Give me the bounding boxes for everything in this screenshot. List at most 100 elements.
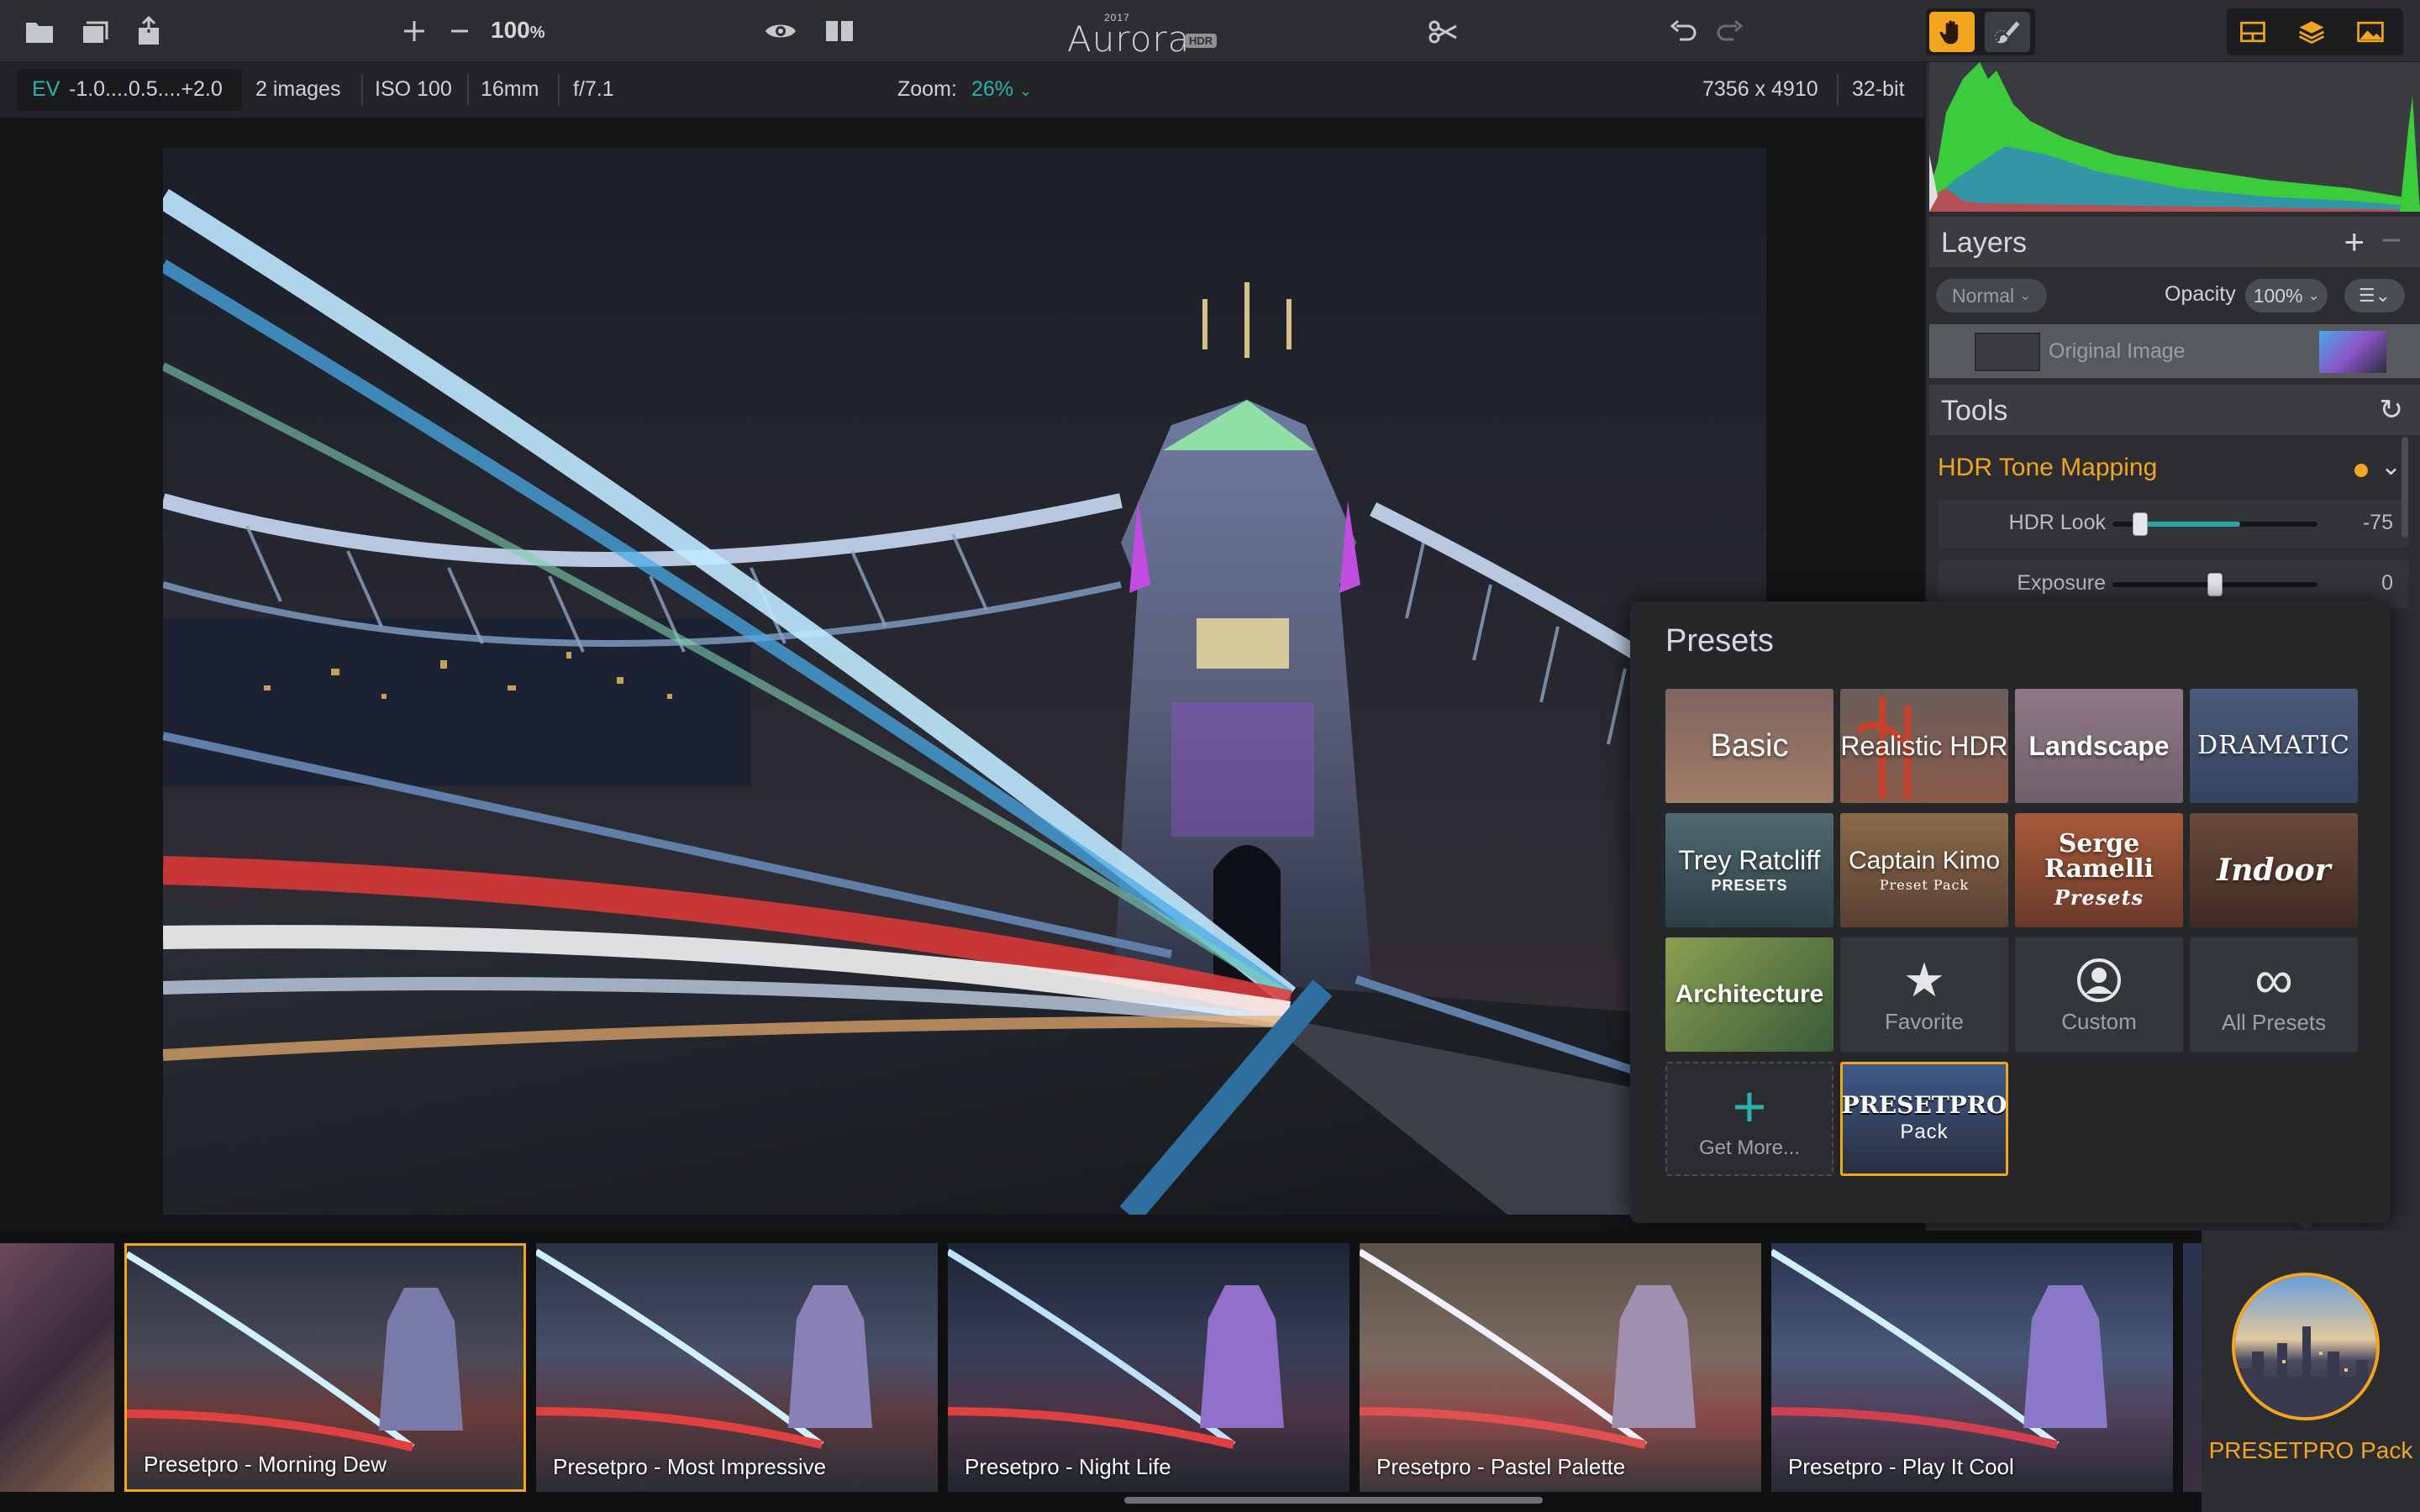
share-export-icon[interactable] [129,12,168,50]
preset-trey-ratcliff[interactable]: Trey Ratcliff PRESETS [1665,813,1833,927]
app-logo: 2017 Aurora HDR [1067,12,1227,60]
image-view-icon[interactable] [2348,12,2393,52]
presetpro-pack-selector[interactable]: PRESETPRO Pack [2202,1231,2420,1512]
main-photo[interactable] [163,148,1766,1215]
pack-label: PRESETPRO Pack [2208,1437,2413,1463]
slider-hdr-look: HDR Look -75 [1938,499,2408,548]
focal-length: 16mm [481,77,539,101]
slider-value: 0 [2381,571,2393,595]
preset-label: Basic [1710,728,1789,764]
opacity-label: Opacity [2165,282,2236,306]
zoom-percent-value: 100 [491,17,530,43]
preset-custom[interactable]: Custom [2015,937,2183,1052]
preset-basic[interactable]: Basic [1665,689,1833,803]
preset-sublabel: Pack [1900,1121,1949,1143]
preset-captain-kimo[interactable]: Captain Kimo Preset Pack [1840,813,2008,927]
slider-knob[interactable] [2133,512,2148,536]
preset-realistic-hdr[interactable]: Realistic HDR [1840,689,2008,803]
slider-knob[interactable] [2207,573,2223,596]
image-info-bar: EV -1.0....0.5....+2.0 2 images ISO 100 … [0,62,1924,118]
opacity-value: 100% [2253,284,2303,307]
preset-label: Realistic HDR [1840,731,2008,761]
preset-label: DRAMATIC [2197,731,2350,760]
filmstrip-partial-thumb[interactable] [2183,1243,2202,1492]
panel-scrollbar[interactable] [2402,437,2408,538]
open-folder-icon[interactable] [20,12,59,50]
list-menu-icon: ☰⌄ [2358,285,2391,306]
filmstrip-thumb-play-it-cool[interactable]: Presetpro - Play It Cool [1771,1243,2173,1492]
preset-dramatic[interactable]: DRAMATIC [2190,689,2358,803]
preset-landscape[interactable]: Landscape [2015,689,2183,803]
tools-title: Tools [1941,395,2008,427]
slider-label: Exposure [2017,571,2106,595]
remove-layer-icon[interactable]: − [2381,220,2402,260]
view-mode-group [2227,8,2403,55]
crop-scissors-icon[interactable] [1423,12,1462,50]
active-dot-icon [2354,464,2368,477]
filmstrip-thumb-pastel-palette[interactable]: Presetpro - Pastel Palette [1360,1243,1761,1492]
ev-values: -1.0....0.5....+2.0 [69,77,223,101]
slider-fill [2139,522,2240,527]
tower-bridge-night-photo [163,148,1766,1215]
preset-sublabel: PRESETS [1711,876,1788,894]
brush-tool-icon[interactable] [1985,12,2030,52]
preset-label: Serge Ramelli [2044,828,2154,884]
chevron-down-icon: ⌄ [2019,289,2031,303]
layout-panels-icon[interactable] [2230,12,2275,52]
preset-indoor[interactable]: Indoor [2190,813,2358,927]
filmstrip-thumb-most-impressive[interactable]: Presetpro - Most Impressive [536,1243,938,1492]
zoom-level[interactable]: 100% [491,17,545,44]
add-layer-icon[interactable]: + [2344,222,2365,262]
infinity-icon: ∞ [2254,949,2293,1011]
layers-header: Layers + − [1929,217,2420,267]
thumb-label: Presetpro - Play It Cool [1788,1454,2014,1479]
thumb-label: Presetpro - Most Impressive [553,1454,827,1479]
filmstrip-partial-thumb[interactable] [0,1243,114,1492]
hand-tool-icon[interactable] [1929,12,1975,52]
preset-all-presets[interactable]: ∞ All Presets [2190,937,2358,1052]
hdr-tone-mapping-section[interactable]: HDR Tone Mapping ⌄ [1929,440,2420,499]
preset-serge-ramelli[interactable]: Serge Ramelli Presets [2015,813,2183,927]
batch-images-icon[interactable] [76,12,114,50]
tool-mode-group [1926,8,2035,55]
zoom-label: Zoom: [897,77,957,101]
layer-row-original[interactable]: Original Image [1929,324,2420,378]
preview-eye-icon[interactable] [761,12,800,50]
preset-presetpro-pack[interactable]: PRESETPRO Pack [1840,1062,2008,1176]
app-badge: HDR [1185,34,1218,48]
user-icon [2077,958,2121,1002]
filmstrip-thumb-morning-dew[interactable]: Presetpro - Morning Dew [124,1243,526,1492]
top-toolbar: 100% 2017 Aurora HDR [0,0,2420,62]
layers-stack-icon[interactable] [2289,12,2334,52]
preset-architecture[interactable]: Architecture [1665,937,1833,1052]
preset-get-more[interactable]: + Get More... [1665,1062,1833,1176]
divider [361,74,363,106]
redo-icon[interactable] [1711,12,1749,50]
preset-sublabel: Preset Pack [1879,876,1970,893]
chevron-down-icon: ⌄ [1019,82,1033,99]
opacity-dropdown[interactable]: 100% ⌄ [2245,279,2328,312]
divider [558,74,560,106]
compare-split-icon[interactable] [820,12,859,50]
preset-label: PRESETPRO [1841,1091,2007,1119]
layer-menu-button[interactable]: ☰⌄ [2344,279,2405,312]
histogram-graph [1929,62,2420,212]
refresh-icon[interactable]: ↻ [2380,393,2404,427]
filmstrip-scrollbar[interactable] [1124,1497,1543,1504]
presets-popover: Presets Basic Realistic HDR Landscape DR… [1630,601,2390,1223]
zoom-unit: % [529,24,545,42]
layer-name: Original Image [2049,339,2186,363]
preset-favorite[interactable]: ★ Favorite [1840,937,2008,1052]
preset-label: All Presets [2221,1009,2327,1035]
blend-mode-dropdown[interactable]: Normal ⌄ [1936,279,2047,312]
chevron-down-icon[interactable]: ⌄ [2381,452,2402,481]
slider-label: HDR Look [2008,511,2106,534]
undo-icon[interactable] [1664,12,1702,50]
zoom-in-icon[interactable] [395,12,434,50]
zoom-dropdown[interactable]: 26% ⌄ [971,77,1032,102]
zoom-out-icon[interactable] [440,12,479,50]
section-title: HDR Tone Mapping [1938,454,2158,481]
slider-value: -75 [2362,511,2393,534]
zoom-value: 26% [971,77,1014,101]
filmstrip-thumb-night-life[interactable]: Presetpro - Night Life [948,1243,1349,1492]
